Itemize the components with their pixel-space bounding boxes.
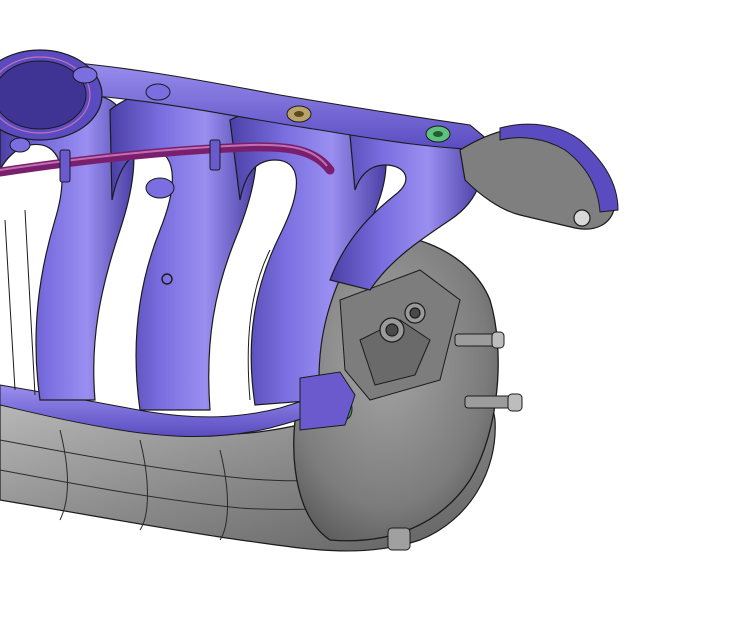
fitting-green-top	[425, 125, 451, 143]
cad-render-scene	[0, 0, 748, 625]
drain-nipple-bottom	[387, 527, 411, 551]
fitting-gold	[286, 105, 312, 123]
vacuum-nipple-lower	[464, 393, 523, 412]
vacuum-nipple-upper	[454, 331, 505, 349]
flange-bolt-hole	[573, 209, 591, 227]
intake-manifold-illustration	[0, 49, 619, 552]
